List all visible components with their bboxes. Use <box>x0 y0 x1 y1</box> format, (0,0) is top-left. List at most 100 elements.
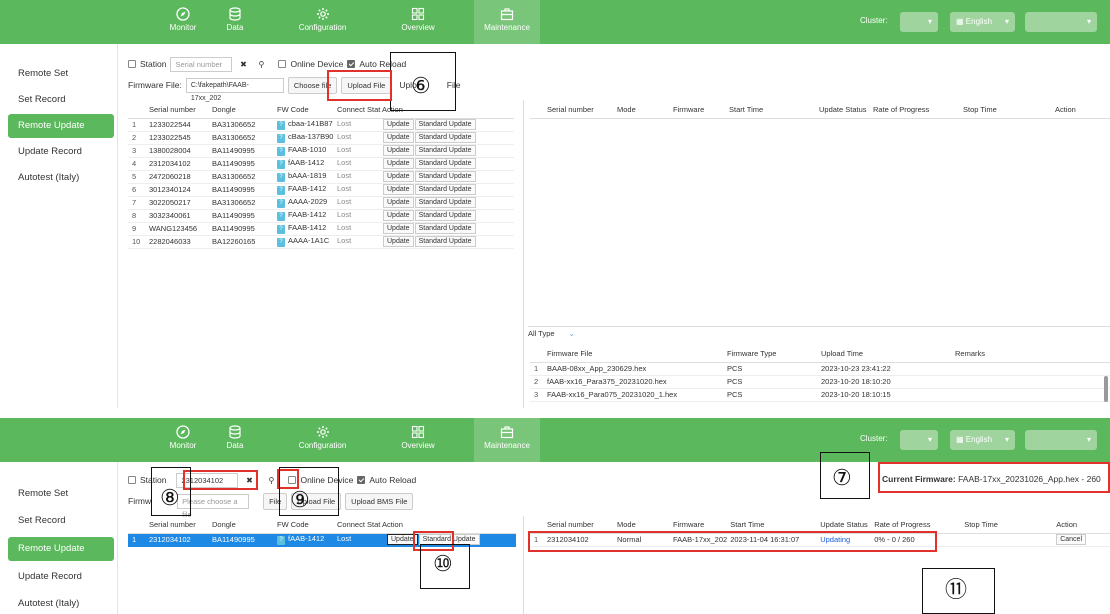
standard-update-button[interactable]: Standard Update <box>414 223 476 234</box>
auto-reload-checkbox[interactable] <box>357 476 366 484</box>
sidebar-item-remote-set[interactable]: Remote Set <box>8 482 114 506</box>
table-row[interactable]: 10 2282046033 BA12260165? AAAA-1A1C Lost Upda… <box>128 235 514 249</box>
sidebar-item-autotest[interactable]: Autotest (Italy) <box>8 592 114 614</box>
nav-overview[interactable]: Overview <box>383 0 453 44</box>
cell-firmware-type: PCS <box>724 375 818 389</box>
update-button[interactable]: Update <box>383 119 414 130</box>
col-index <box>128 102 146 119</box>
cell-firmware-file: fAAB-xx16_Para375_20231020.hex <box>544 375 724 389</box>
standard-update-button[interactable]: Standard Update <box>414 145 476 156</box>
cancel-button[interactable]: Cancel <box>1056 534 1086 545</box>
cell-dongle: BA11490995 <box>209 222 274 236</box>
nav-data[interactable]: Data <box>200 418 270 462</box>
search-icon[interactable]: ⚲ <box>254 57 268 72</box>
station-checkbox[interactable] <box>128 476 136 484</box>
sidebar-item-update-record[interactable]: Update Record <box>8 565 114 589</box>
scrollbar[interactable] <box>1104 376 1108 402</box>
table-row[interactable]: 2 1233022545 BA31306652? cBaa-137B90 Lost Upd… <box>128 131 514 145</box>
standard-update-button[interactable]: Standard Update <box>414 210 476 221</box>
row-index: 7 <box>128 196 146 210</box>
standard-update-button[interactable]: Standard Update <box>414 184 476 195</box>
sidebar-item-update-record[interactable]: Update Record <box>8 140 114 164</box>
nav-overview[interactable]: Overview <box>383 418 453 462</box>
update-button[interactable]: Update <box>383 236 414 247</box>
table-row[interactable]: 9 WANG123456 BA11490995? FAAB-1412 Lost Updat… <box>128 222 514 236</box>
firmware-file-label: Firmware File: <box>128 80 182 90</box>
device-table: Serial number Dongle FW Code Connect Sta… <box>128 517 516 547</box>
standard-update-button[interactable]: Standard Update <box>414 132 476 143</box>
standard-update-button[interactable]: Standard Update <box>414 236 476 247</box>
table-row[interactable]: 1 1233022544 BA31306652? cbaa-141B87 Lost Upd… <box>128 118 514 132</box>
database-icon <box>229 7 241 21</box>
table-row[interactable]: 7 3022050217 BA31306652? AAAA-2029 Lost Updat… <box>128 196 514 210</box>
update-button[interactable]: Update <box>383 184 414 195</box>
cell-serial: 3022050217 <box>146 196 209 210</box>
table-row[interactable]: 8 3032340061 BA11490995? FAAB-1412 Lost Updat… <box>128 209 514 223</box>
update-button[interactable]: Update <box>383 158 414 169</box>
nav-configuration[interactable]: Configuration <box>285 0 360 44</box>
row-index: 3 <box>128 144 146 158</box>
cluster-select[interactable]: ▾ <box>900 430 938 450</box>
connect-state: Lost <box>337 534 352 543</box>
update-button[interactable]: Update <box>383 171 414 182</box>
question-icon: ? <box>277 147 285 156</box>
type-filter[interactable]: All Type ⌄ <box>528 329 575 338</box>
sidebar-item-remote-update[interactable]: Remote Update <box>8 114 114 138</box>
col-firmware-file: Firmware File <box>544 346 724 363</box>
sidebar-item-remote-set[interactable]: Remote Set <box>8 62 114 86</box>
sidebar-item-autotest[interactable]: Autotest (Italy) <box>8 166 114 190</box>
nav-data[interactable]: Data <box>200 0 270 44</box>
chevron-down-icon: ▾ <box>927 435 932 444</box>
cell-dongle: BA11490995 <box>209 209 274 223</box>
online-device-checkbox[interactable] <box>278 60 287 68</box>
serial-search-input[interactable]: Serial number <box>170 56 233 72</box>
update-button[interactable]: Update <box>383 145 414 156</box>
standard-update-button[interactable]: Standard Update <box>414 119 476 130</box>
table-row[interactable]: 5 2472060218 BA31306652? bAAA-1819 Lost Updat… <box>128 170 514 184</box>
station-checkbox[interactable] <box>128 60 136 68</box>
firmware-path-input[interactable]: C:\fakepath\FAAB-17xx_202 <box>185 77 284 102</box>
col-serial: Serial number <box>146 102 209 119</box>
nav-configuration[interactable]: Configuration <box>285 418 360 462</box>
table-row[interactable]: 6 3012340124 BA11490995? FAAB-1412 Lost Updat… <box>128 183 514 197</box>
sidebar-item-set-record[interactable]: Set Record <box>8 509 114 533</box>
clear-icon[interactable]: ✖ <box>236 57 250 72</box>
update-button[interactable]: Update <box>383 210 414 221</box>
table-row[interactable]: 3 FAAB-xx16_Para075_20231020_1.hex PCS 2… <box>530 388 1110 402</box>
screenshot-top-panel: Monitor Data Configuration Overview Main… <box>0 0 1110 408</box>
user-menu[interactable]: ▾ <box>1025 12 1097 32</box>
nav-maintenance[interactable]: Maintenance <box>474 418 540 462</box>
update-button[interactable]: Update <box>383 223 414 234</box>
nav-label: Configuration <box>298 23 347 32</box>
cluster-select[interactable]: ▾ <box>900 12 938 32</box>
col-start-time: Start Time <box>726 102 816 119</box>
auto-reload-checkbox[interactable] <box>347 60 356 68</box>
update-button[interactable]: Update <box>383 197 414 208</box>
language-select[interactable]: ▦ English ▾ <box>950 12 1015 32</box>
language-select[interactable]: ▦ English ▾ <box>950 430 1015 450</box>
cell-connect-action: Lost Update Standard Update <box>334 235 514 249</box>
standard-update-button[interactable]: Standard Update <box>414 171 476 182</box>
user-menu[interactable]: ▾ <box>1025 430 1097 450</box>
cell-dongle: BA12260165 <box>209 235 274 249</box>
sidebar-item-set-record[interactable]: Set Record <box>8 88 114 112</box>
standard-update-button[interactable]: Standard Update <box>414 197 476 208</box>
table-row[interactable]: 1 BAAB-08xx_App_230629.hex PCS 2023-10-2… <box>530 362 1110 376</box>
table-row[interactable]: 4 2312034102 BA11490995? fAAB-1412 Lost Updat… <box>128 157 514 171</box>
update-button[interactable]: Update <box>383 132 414 143</box>
cell-connect-action: Lost Update Standard Update <box>334 196 514 210</box>
nav-maintenance[interactable]: Maintenance <box>474 0 540 44</box>
sidebar-item-remote-update[interactable]: Remote Update <box>8 537 114 561</box>
upload-bms-button[interactable]: Upload BMS File <box>345 492 414 510</box>
col-progress: Rate of Progress <box>870 102 960 119</box>
col-update-status: Update Status <box>816 102 870 119</box>
chevron-down-icon: ▾ <box>1086 435 1091 444</box>
standard-update-button[interactable]: Standard Update <box>414 158 476 169</box>
highlight-current-firmware <box>878 462 1110 493</box>
table-row[interactable]: 2 fAAB-xx16_Para375_20231020.hex PCS 202… <box>530 375 1110 389</box>
table-row[interactable]: 3 1380028004 BA11490995? FAAB-1010 Lost Updat… <box>128 144 514 158</box>
cell-serial: 2282046033 <box>146 235 209 249</box>
connect-state: Lost <box>337 197 352 206</box>
callout-9-text: ⑨ <box>290 488 310 513</box>
nav-label: Data <box>226 23 244 32</box>
